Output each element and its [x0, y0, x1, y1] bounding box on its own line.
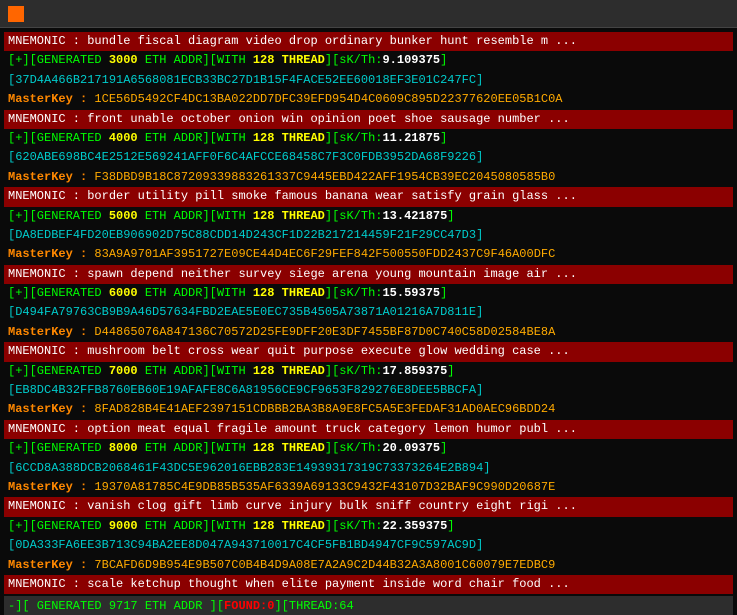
terminal-row-28: MNEMONIC : scale ketchup thought when el… [4, 575, 733, 594]
terminal-row-3: MasterKey : 1CE56D5492CF4DC13BA022DD7DFC… [4, 90, 733, 109]
terminal-row-18: [EB8DC4B32FFB8760EB60E19AFAFE8C6A81956CE… [4, 381, 733, 400]
title-bar [0, 0, 737, 28]
terminal-row-12: MNEMONIC : spawn depend neither survey s… [4, 265, 733, 284]
terminal-row-20: MNEMONIC : option meat equal fragile amo… [4, 420, 733, 439]
terminal-row-4: MNEMONIC : front unable october onion wi… [4, 110, 733, 129]
terminal-row-1: [+][GENERATED 3000 ETH ADDR][WITH 128 TH… [4, 51, 733, 70]
terminal-row-27: MasterKey : 7BCAFD6D9B954E9B507C0B4B4D9A… [4, 556, 733, 575]
terminal-row-24: MNEMONIC : vanish clog gift limb curve i… [4, 497, 733, 516]
terminal-row-2: [37D4A466B217191A6568081ECB33BC27D1B15F4… [4, 71, 733, 90]
terminal-row-11: MasterKey : 83A9A9701AF3951727E09CE44D4E… [4, 245, 733, 264]
terminal-row-19: MasterKey : 8FAD828B4E41AEF2397151CDBBB2… [4, 400, 733, 419]
terminal-row-7: MasterKey : F38DBD9B18C87209339883261337… [4, 168, 733, 187]
terminal-row-21: [+][GENERATED 8000 ETH ADDR][WITH 128 TH… [4, 439, 733, 458]
terminal-row-29: -][ GENERATED 9717 ETH ADDR ][FOUND:0][T… [4, 596, 733, 615]
terminal-row-9: [+][GENERATED 5000 ETH ADDR][WITH 128 TH… [4, 207, 733, 226]
terminal-row-25: [+][GENERATED 9000 ETH ADDR][WITH 128 TH… [4, 517, 733, 536]
terminal-row-22: [6CCD8A388DCB2068461F43DC5E962016EBB283E… [4, 459, 733, 478]
terminal-row-14: [D494FA79763CB9B9A46D57634FBD2EAE5E0EC73… [4, 303, 733, 322]
terminal-row-10: [DA8EDBEF4FD20EB906902D75C88CDD14D243CF1… [4, 226, 733, 245]
terminal-content: MNEMONIC : bundle fiscal diagram video d… [0, 28, 737, 615]
terminal-row-13: [+][GENERATED 6000 ETH ADDR][WITH 128 TH… [4, 284, 733, 303]
terminal-row-15: MasterKey : D44865076A847136C70572D25FE9… [4, 323, 733, 342]
terminal-row-6: [620ABE698BC4E2512E569241AFF0F6C4AFCCE68… [4, 148, 733, 167]
terminal-row-5: [+][GENERATED 4000 ETH ADDR][WITH 128 TH… [4, 129, 733, 148]
terminal-row-23: MasterKey : 19370A81785C4E9DB85B535AF633… [4, 478, 733, 497]
terminal-row-8: MNEMONIC : border utility pill smoke fam… [4, 187, 733, 206]
app-icon [8, 6, 24, 22]
terminal-row-0: MNEMONIC : bundle fiscal diagram video d… [4, 32, 733, 51]
terminal-row-17: [+][GENERATED 7000 ETH ADDR][WITH 128 TH… [4, 362, 733, 381]
terminal-row-26: [0DA333FA6EE3B713C94BA2EE8D047A943710017… [4, 536, 733, 555]
title-bar-left [8, 6, 32, 22]
terminal-row-16: MNEMONIC : mushroom belt cross wear quit… [4, 342, 733, 361]
